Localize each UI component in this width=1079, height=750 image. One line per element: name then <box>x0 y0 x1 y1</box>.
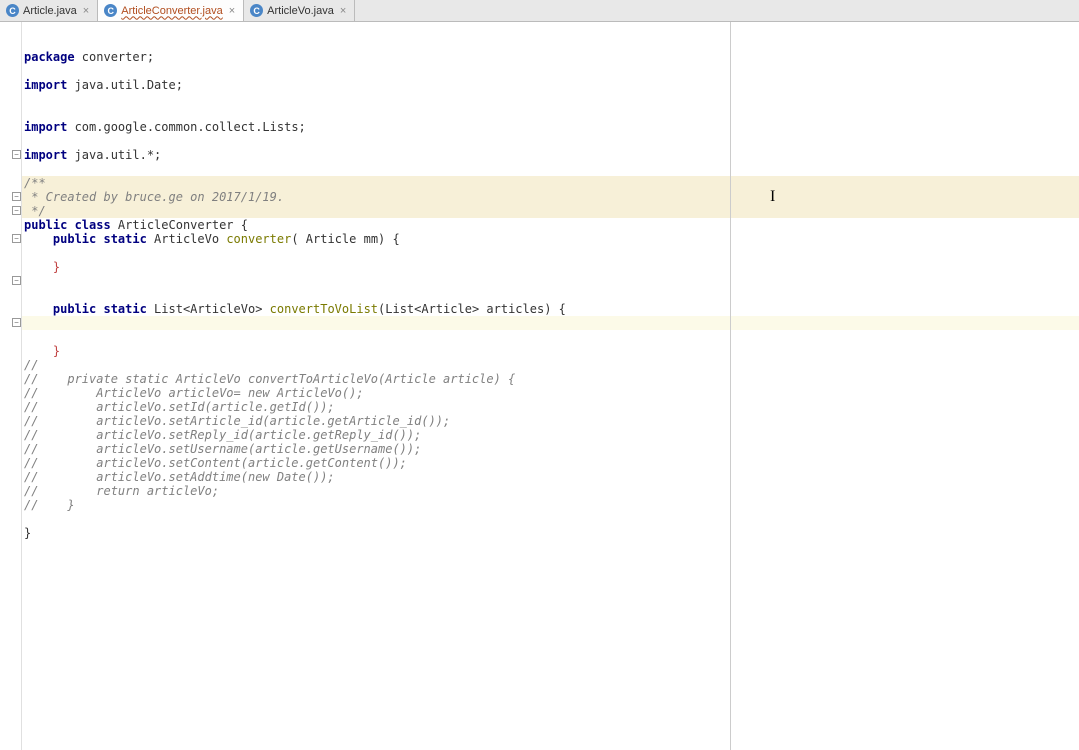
code-line[interactable]: // articleVo.setReply_id(article.getRepl… <box>22 428 1079 442</box>
tab-articlevo-java[interactable]: C ArticleVo.java × <box>244 0 355 21</box>
code-line[interactable]: } <box>22 344 1079 358</box>
code-line[interactable]: // articleVo.setUsername(article.getUser… <box>22 442 1079 456</box>
code-line[interactable]: * Created by bruce.ge on 2017/1/19. <box>22 190 1079 204</box>
code-line[interactable]: // articleVo.setArticle_id(article.getAr… <box>22 414 1079 428</box>
code-line[interactable]: import java.util.Date; <box>22 78 1079 92</box>
code-line[interactable]: public static ArticleVo converter( Artic… <box>22 232 1079 246</box>
code-line[interactable] <box>22 246 1079 260</box>
code-line[interactable] <box>22 288 1079 302</box>
tab-label: ArticleVo.java <box>267 5 334 17</box>
code-line[interactable] <box>22 92 1079 106</box>
fold-toggle-icon[interactable]: − <box>12 318 21 327</box>
close-icon[interactable]: × <box>81 5 91 17</box>
code-line[interactable]: // articleVo.setContent(article.getConte… <box>22 456 1079 470</box>
code-line[interactable]: public static List<ArticleVo> convertToV… <box>22 302 1079 316</box>
editor-splitter[interactable] <box>730 22 731 750</box>
code-area[interactable]: package converter; import java.util.Date… <box>22 22 1079 750</box>
code-line[interactable]: // articleVo.setId(article.getId()); <box>22 400 1079 414</box>
code-line[interactable]: public class ArticleConverter { <box>22 218 1079 232</box>
tab-label: ArticleConverter.java <box>121 5 223 17</box>
code-line[interactable] <box>22 330 1079 344</box>
code-line[interactable]: } <box>22 526 1079 540</box>
code-line[interactable] <box>22 512 1079 526</box>
code-line[interactable]: // <box>22 358 1079 372</box>
close-icon[interactable]: × <box>227 5 237 17</box>
code-line[interactable] <box>22 316 1079 330</box>
code-line[interactable]: import com.google.common.collect.Lists; <box>22 120 1079 134</box>
fold-toggle-icon[interactable]: − <box>12 150 21 159</box>
text-cursor-icon: I <box>770 190 775 204</box>
code-line[interactable]: // private static ArticleVo convertToArt… <box>22 372 1079 386</box>
code-line[interactable] <box>22 134 1079 148</box>
class-icon: C <box>6 4 19 17</box>
tab-bar: C Article.java × C ArticleConverter.java × C Ar… <box>0 0 1079 22</box>
code-line[interactable]: // } <box>22 498 1079 512</box>
code-line[interactable]: package converter; <box>22 50 1079 64</box>
code-line[interactable] <box>22 162 1079 176</box>
code-line[interactable]: // return articleVo; <box>22 484 1079 498</box>
code-line[interactable] <box>22 274 1079 288</box>
fold-toggle-icon[interactable]: − <box>12 276 21 285</box>
fold-toggle-icon[interactable]: − <box>12 192 21 201</box>
code-line[interactable]: /** <box>22 176 1079 190</box>
class-icon: C <box>104 4 117 17</box>
code-line[interactable]: import java.util.*; <box>22 148 1079 162</box>
code-line[interactable]: } <box>22 260 1079 274</box>
gutter: − − − − − − <box>0 22 22 750</box>
code-line[interactable] <box>22 64 1079 78</box>
tab-label: Article.java <box>23 5 77 17</box>
code-line[interactable]: */ <box>22 204 1079 218</box>
fold-toggle-icon[interactable]: − <box>12 206 21 215</box>
code-line[interactable] <box>22 106 1079 120</box>
class-icon: C <box>250 4 263 17</box>
tab-article-java[interactable]: C Article.java × <box>0 0 98 21</box>
tab-articleconverter-java[interactable]: C ArticleConverter.java × <box>98 0 244 21</box>
code-line[interactable]: // articleVo.setAddtime(new Date()); <box>22 470 1079 484</box>
fold-toggle-icon[interactable]: − <box>12 234 21 243</box>
code-line[interactable]: // ArticleVo articleVo= new ArticleVo(); <box>22 386 1079 400</box>
close-icon[interactable]: × <box>338 5 348 17</box>
editor: − − − − − − package converter; import java.ut… <box>0 22 1079 750</box>
